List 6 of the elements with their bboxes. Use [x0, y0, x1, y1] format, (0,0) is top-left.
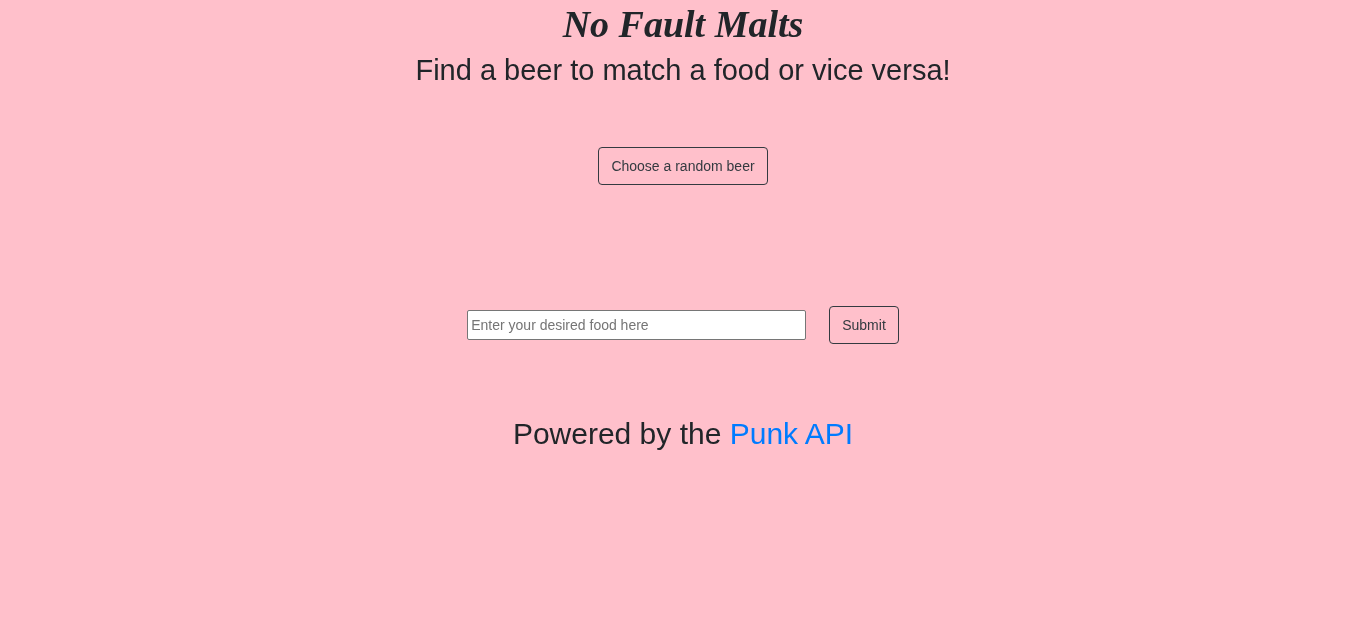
tagline: Find a beer to match a food or vice versa! [415, 53, 951, 88]
random-beer-button[interactable]: Choose a random beer [598, 147, 768, 185]
food-input-field[interactable]: Enter your desired food here [467, 310, 807, 340]
submit-button[interactable]: Submit [829, 306, 899, 344]
powered-by-text: Powered by the Punk API [512, 416, 854, 452]
site-title: No Fault Malts [562, 2, 804, 46]
